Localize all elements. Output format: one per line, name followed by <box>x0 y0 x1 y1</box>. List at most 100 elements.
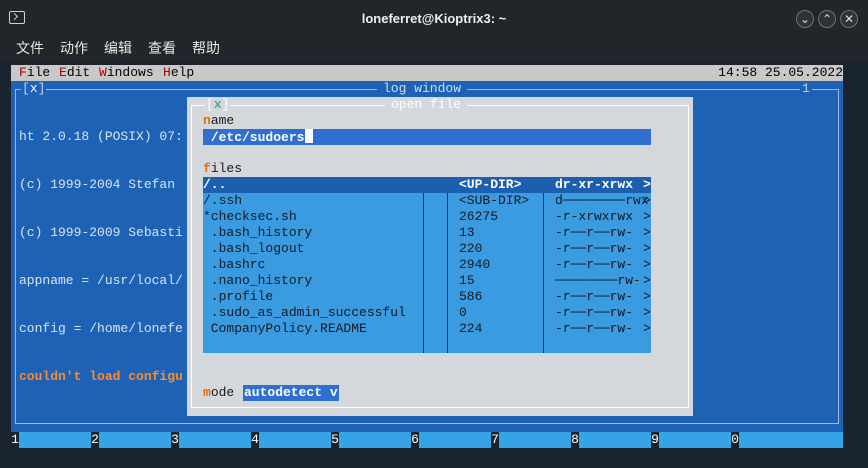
fkey-2[interactable]: 2 <box>91 432 99 448</box>
file-permissions: -r──r──rw- <box>555 289 634 304</box>
file-permissions: -r-xrwxrwx <box>555 209 634 224</box>
ht-menu-edit[interactable]: Edit <box>59 65 90 81</box>
file-size: <UP-DIR> <box>459 177 522 192</box>
file-permissions: -r──r──rw- <box>555 305 634 320</box>
window-title: loneferret@Kioptrix3: ~ <box>361 11 507 26</box>
mode-select[interactable]: autodetect v <box>243 385 339 401</box>
file-name: .bash_logout <box>203 241 305 256</box>
fkey-1[interactable]: 1 <box>11 432 19 448</box>
function-key-bar: 1 2 3 4 5 6 7 8 9 0 <box>11 432 843 448</box>
terminal-area[interactable]: File Edit Windows Help 14:58 25.05.2022 … <box>0 62 868 468</box>
text-cursor <box>305 129 314 143</box>
open-file-dialog: [x] open file name /etc/sudoers files /.… <box>187 97 693 416</box>
app-menubar: 文件 动作 编辑 查看 帮助 <box>0 36 868 62</box>
filename-input[interactable]: /etc/sudoers <box>203 129 651 145</box>
ht-menubar: File Edit Windows Help 14:58 25.05.2022 <box>11 65 843 81</box>
file-more-indicator: > <box>643 177 651 192</box>
log-line: appname = /usr/local/ <box>19 273 183 288</box>
file-row[interactable]: /.. <UP-DIR> dr-xr-xrwx > <box>203 177 651 193</box>
menu-file[interactable]: 文件 <box>16 38 44 58</box>
log-window-frame-top: [x] log window 1 <box>11 81 843 97</box>
file-permissions: ────────rw- <box>555 273 641 288</box>
file-row[interactable]: .sudo_as_admin_successful 0 -r──r──rw- > <box>203 305 651 321</box>
fkey-4[interactable]: 4 <box>251 432 259 448</box>
maximize-button[interactable]: ⌃ <box>818 10 836 28</box>
file-name: /.ssh <box>203 193 243 208</box>
file-row[interactable]: .profile 586 -r──r──rw- > <box>203 289 651 305</box>
file-name: *checksec.sh <box>203 209 297 224</box>
file-size: 0 <box>459 305 467 320</box>
fkey-3[interactable]: 3 <box>171 432 179 448</box>
close-button[interactable]: ✕ <box>840 10 858 28</box>
open-file-close-box[interactable]: [x] <box>205 97 231 113</box>
menu-help[interactable]: 帮助 <box>192 38 220 58</box>
file-row[interactable]: .nano_history 15 ────────rw- > <box>203 273 651 289</box>
file-size: 224 <box>459 321 483 336</box>
log-line: (c) 1999-2004 Stefan <box>19 177 183 192</box>
window-titlebar: loneferret@Kioptrix3: ~ ⌄ ⌃ ✕ <box>0 0 868 36</box>
file-size: 15 <box>459 273 475 288</box>
files-label: files <box>203 161 243 176</box>
log-line: ht 2.0.18 (POSIX) 07: <box>19 129 183 144</box>
log-line: (c) 1999-2009 Sebasti <box>19 225 183 240</box>
file-permissions: -r──r──rw- <box>555 257 634 272</box>
file-row[interactable]: *checksec.sh 26275 -r-xrwxrwx > <box>203 209 651 225</box>
fkey-7[interactable]: 7 <box>491 432 499 448</box>
fkey-8[interactable]: 8 <box>571 432 579 448</box>
file-permissions: d────────rwx <box>555 193 649 208</box>
file-name: .nano_history <box>203 273 313 288</box>
file-name: .bashrc <box>203 257 266 272</box>
file-more-indicator: > <box>643 241 651 256</box>
file-row[interactable]: .bash_history 13 -r──r──rw- > <box>203 225 651 241</box>
minimize-button[interactable]: ⌄ <box>796 10 814 28</box>
log-window-title: log window <box>377 81 468 97</box>
file-more-indicator: > <box>643 193 651 208</box>
menu-edit[interactable]: 编辑 <box>104 38 132 58</box>
file-permissions: -r──r──rw- <box>555 321 634 336</box>
mode-label: mode <box>203 385 235 400</box>
ht-menu-windows[interactable]: Windows <box>99 65 154 81</box>
file-row[interactable]: .bashrc 2940 -r──r──rw- > <box>203 257 651 273</box>
file-name: .profile <box>203 289 274 304</box>
file-row[interactable]: /.ssh <SUB-DIR> d────────rwx > <box>203 193 651 209</box>
ht-clock: 14:58 25.05.2022 <box>718 65 843 80</box>
ht-menu-file[interactable]: File <box>19 65 50 81</box>
file-more-indicator: > <box>643 321 651 336</box>
file-permissions: dr-xr-xrwx <box>555 177 634 192</box>
log-lines: ht 2.0.18 (POSIX) 07: (c) 1999-2004 Stef… <box>19 97 183 417</box>
file-name: CompanyPolicy.README <box>203 321 367 336</box>
fkey-0[interactable]: 0 <box>731 432 739 448</box>
log-line: config = /home/lonefe <box>19 321 183 336</box>
menu-action[interactable]: 动作 <box>60 38 88 58</box>
file-list[interactable]: /.. <UP-DIR> dr-xr-xrwx > /.ssh <SUB-DIR> d───… <box>203 177 651 353</box>
file-more-indicator: > <box>643 273 651 288</box>
fkey-5[interactable]: 5 <box>331 432 339 448</box>
open-file-title: open file <box>385 97 468 113</box>
log-window-close-box[interactable]: [x] <box>21 81 47 97</box>
log-error-line: couldn't load configu <box>19 369 183 384</box>
log-window-number: 1 <box>800 81 812 97</box>
file-more-indicator: > <box>643 209 651 224</box>
fkey-6[interactable]: 6 <box>411 432 419 448</box>
file-row[interactable]: .bash_logout 220 -r──r──rw- > <box>203 241 651 257</box>
file-name: /.. <box>203 177 227 192</box>
file-more-indicator: > <box>643 289 651 304</box>
file-permissions: -r──r──rw- <box>555 241 634 256</box>
file-size: 220 <box>459 241 483 256</box>
ht-menu-help[interactable]: Help <box>163 65 194 81</box>
file-more-indicator: > <box>643 225 651 240</box>
file-more-indicator: > <box>643 305 651 320</box>
file-name: .bash_history <box>203 225 313 240</box>
file-name: .sudo_as_admin_successful <box>203 305 406 320</box>
file-size: 586 <box>459 289 483 304</box>
open-file-frame-top: [x] open file <box>187 97 693 113</box>
ht-desktop: [x] log window 1 ht 2.0.18 (POSIX) 07: (… <box>11 81 843 432</box>
file-row[interactable]: CompanyPolicy.README 224 -r──r──rw- > <box>203 321 651 337</box>
file-size: 2940 <box>459 257 491 272</box>
fkey-9[interactable]: 9 <box>651 432 659 448</box>
name-label: name <box>203 113 235 128</box>
file-permissions: -r──r──rw- <box>555 225 634 240</box>
file-size: 26275 <box>459 209 499 224</box>
file-size: <SUB-DIR> <box>459 193 530 208</box>
menu-view[interactable]: 查看 <box>148 38 176 58</box>
